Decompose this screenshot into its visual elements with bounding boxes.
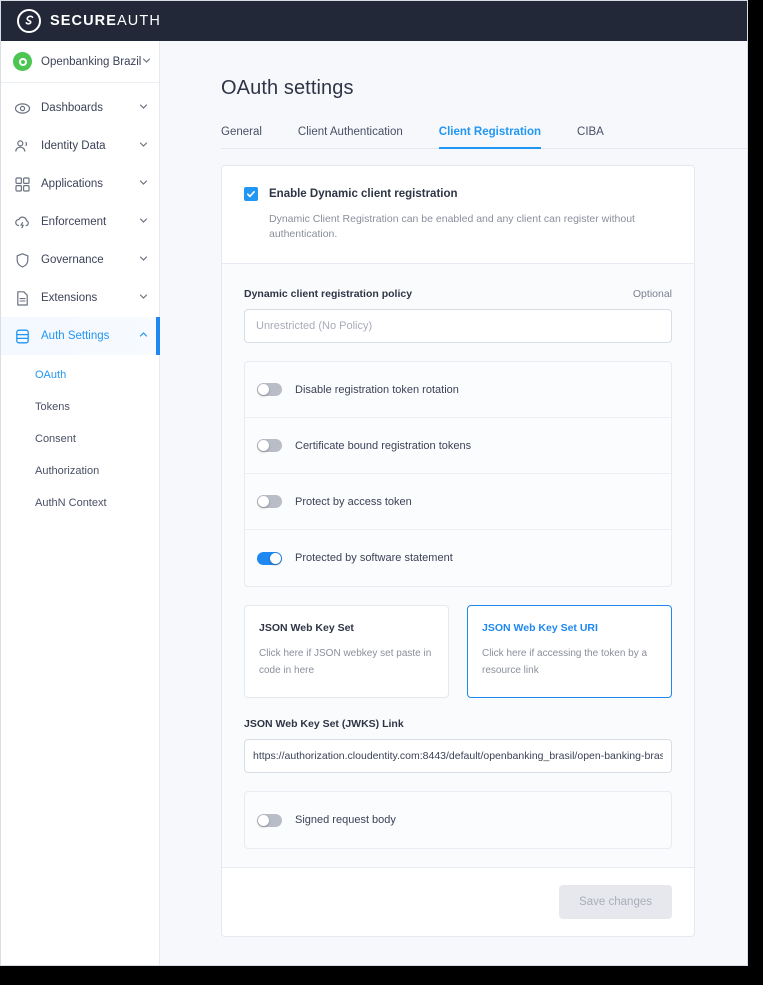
brand-logo-text: SECUREAUTH — [50, 13, 161, 29]
tab-ciba[interactable]: CIBA — [577, 126, 604, 149]
protect-by-access-token-switch[interactable] — [257, 495, 282, 509]
grid-icon — [13, 175, 31, 193]
chevron-down-icon — [138, 175, 149, 193]
sidebar-item-label: Dashboards — [41, 102, 104, 114]
client-registration-card: Enable Dynamic client registration Dynam… — [221, 165, 695, 938]
toggle-row-protect-by-access-token[interactable]: Protect by access token — [245, 474, 671, 531]
toggle-row-protected-by-software-statement[interactable]: Protected by software statement — [245, 530, 671, 586]
toggle-label: Disable registration token rotation — [295, 383, 459, 396]
tab-bar: General Client Authentication Client Reg… — [221, 126, 747, 149]
shield-icon — [13, 251, 31, 269]
sidebar-item-label: Identity Data — [41, 140, 106, 152]
main-content: OAuth settings General Client Authentica… — [160, 41, 747, 965]
tenant-selector[interactable]: Openbanking Brazil — [1, 41, 159, 83]
chevron-down-icon — [141, 53, 152, 71]
choice-card-description: Click here if JSON webkey set paste in c… — [259, 648, 432, 676]
certificate-bound-registration-tokens-switch[interactable] — [257, 439, 282, 453]
signed-request-body-group: Signed request body — [244, 791, 672, 850]
sidebar-subitem-oauth[interactable]: OAuth — [1, 359, 159, 391]
enable-dynamic-registration-checkbox[interactable] — [244, 187, 258, 201]
signed-request-body-switch[interactable] — [257, 813, 282, 827]
page-title: OAuth settings — [221, 77, 354, 99]
choice-card-json-web-key-set-uri[interactable]: JSON Web Key Set URI Click here if acces… — [467, 605, 672, 699]
jwks-link-block: JSON Web Key Set (JWKS) Link — [244, 718, 672, 774]
toggle-row-disable-registration-token-rotation[interactable]: Disable registration token rotation — [245, 362, 671, 419]
brand-logo-light: AUTH — [117, 13, 161, 29]
jwks-link-input[interactable] — [244, 739, 672, 774]
database-icon — [13, 327, 31, 345]
disable-registration-token-rotation-switch[interactable] — [257, 383, 282, 397]
brand-logo-bold: SECURE — [50, 13, 118, 29]
sidebar-subnav: OAuth Tokens Consent Authorization AuthN… — [1, 355, 159, 519]
policy-select-input[interactable] — [244, 309, 672, 344]
tenant-circle-icon — [13, 52, 32, 71]
eye-icon — [13, 99, 31, 117]
sidebar-item-dashboards[interactable]: Dashboards — [1, 89, 159, 127]
toggle-label: Protect by access token — [295, 495, 412, 508]
cloud-bolt-icon — [13, 213, 31, 231]
tab-client-registration[interactable]: Client Registration — [438, 126, 542, 149]
enable-dynamic-registration-row[interactable]: Enable Dynamic client registration — [244, 187, 672, 201]
toggle-row-certificate-bound-registration-tokens[interactable]: Certificate bound registration tokens — [245, 418, 671, 475]
sidebar: Openbanking Brazil Dashboards Identity D… — [1, 41, 160, 965]
protected-by-software-statement-switch[interactable] — [257, 551, 282, 565]
jwks-link-label: JSON Web Key Set (JWKS) Link — [244, 718, 404, 731]
save-changes-button[interactable]: Save changes — [559, 885, 672, 920]
sidebar-subitem-authorization[interactable]: Authorization — [1, 455, 159, 487]
sidebar-item-label: Enforcement — [41, 216, 107, 228]
jwks-choice-cards: JSON Web Key Set Click here if JSON webk… — [244, 605, 672, 699]
sidebar-item-label: Governance — [41, 254, 104, 266]
sidebar-item-applications[interactable]: Applications — [1, 165, 159, 203]
choice-card-title: JSON Web Key Set URI — [482, 622, 598, 635]
policy-field-label: Dynamic client registration policy — [244, 288, 413, 301]
sidebar-subitem-consent[interactable]: Consent — [1, 423, 159, 455]
chevron-down-icon — [138, 137, 149, 155]
sidebar-item-label: Extensions — [41, 292, 98, 304]
document-icon — [13, 289, 31, 307]
sidebar-item-enforcement[interactable]: Enforcement — [1, 203, 159, 241]
sidebar-item-extensions[interactable]: Extensions — [1, 279, 159, 317]
top-bar: SECUREAUTH — [1, 1, 747, 41]
choice-card-json-web-key-set[interactable]: JSON Web Key Set Click here if JSON webk… — [244, 605, 449, 699]
tenant-label: Openbanking Brazil — [41, 55, 142, 68]
securauth-s-circle-icon — [17, 9, 41, 33]
card-header: Enable Dynamic client registration Dynam… — [222, 166, 694, 265]
sidebar-subitem-authn-context[interactable]: AuthN Context — [1, 487, 159, 519]
chevron-down-icon — [138, 213, 149, 231]
toggle-label: Signed request body — [295, 814, 396, 827]
sidebar-item-label: Auth Settings — [41, 330, 110, 342]
app-body: Openbanking Brazil Dashboards Identity D… — [1, 41, 747, 965]
toggle-label: Certificate bound registration tokens — [295, 439, 472, 452]
chevron-down-icon — [138, 251, 149, 269]
toggle-group: Disable registration token rotation Cert… — [244, 361, 672, 588]
enable-dynamic-registration-description: Dynamic Client Registration can be enabl… — [269, 213, 635, 240]
chevron-up-icon — [138, 327, 149, 345]
choice-card-description: Click here if accessing the token by a r… — [482, 648, 648, 676]
sidebar-item-governance[interactable]: Governance — [1, 241, 159, 279]
users-icon — [13, 137, 31, 155]
sidebar-item-label: Applications — [41, 178, 104, 190]
chevron-down-icon — [138, 289, 149, 307]
chevron-down-icon — [138, 99, 149, 117]
card-footer: Save changes — [222, 867, 694, 937]
tab-general[interactable]: General — [221, 126, 262, 149]
app-window: SECUREAUTH Openbanking Brazil Dashboards — [0, 0, 748, 966]
choice-card-title: JSON Web Key Set — [259, 622, 354, 635]
toggle-label: Protected by software statement — [295, 552, 453, 565]
sidebar-item-auth-settings[interactable]: Auth Settings — [1, 317, 160, 355]
enable-dynamic-registration-label: Enable Dynamic client registration — [269, 188, 458, 200]
card-body: Dynamic client registration policy Optio… — [222, 264, 694, 868]
tab-client-authentication[interactable]: Client Authentication — [298, 126, 403, 149]
sidebar-item-identity-data[interactable]: Identity Data — [1, 127, 159, 165]
sidebar-subitem-tokens[interactable]: Tokens — [1, 391, 159, 423]
policy-field-optional-tag: Optional — [632, 288, 672, 301]
toggle-row-signed-request-body[interactable]: Signed request body — [245, 792, 671, 848]
policy-field-label-row: Dynamic client registration policy Optio… — [244, 288, 672, 300]
sidebar-nav: Dashboards Identity Data Applications En… — [1, 83, 160, 519]
